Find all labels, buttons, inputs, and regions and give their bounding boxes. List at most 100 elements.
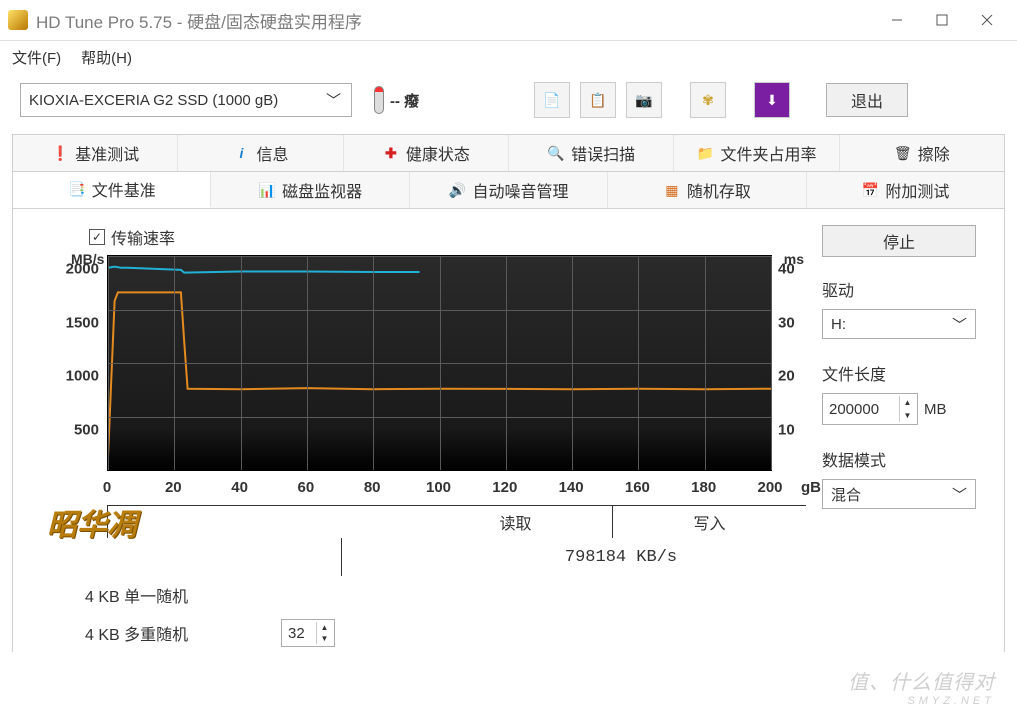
- menu-help[interactable]: 帮助(H): [81, 47, 132, 68]
- exit-button[interactable]: 退出: [826, 83, 908, 117]
- footer-watermark: 值、什么值得对 SMYZ.NET: [848, 666, 995, 707]
- spinner-arrows[interactable]: ▲▼: [899, 396, 915, 422]
- exclaim-icon: ❗: [51, 144, 69, 162]
- x-tick: 160: [625, 479, 650, 496]
- tab-row-2: 📑文件基准 📊磁盘监视器 🔊自动噪音管理 ▦随机存取 📅附加测试: [13, 172, 1004, 209]
- temperature-value: -- 癈: [390, 90, 419, 111]
- tab-info[interactable]: i信息: [178, 135, 343, 171]
- save-button[interactable]: ⬇: [754, 82, 790, 118]
- tabs-container: ❗基准测试 i信息 ✚健康状态 🔍错误扫描 📁文件夹占用率 🗑擦除 📑文件基准 …: [12, 134, 1005, 652]
- data-mode-select[interactable]: 混合 ﹀: [822, 479, 976, 509]
- spinner-arrows[interactable]: ▲▼: [316, 622, 332, 644]
- transfer-rate-checkbox[interactable]: ✓ 传输速率: [89, 225, 806, 249]
- x-tick: 120: [492, 479, 517, 496]
- y-left-tick: 1000: [41, 368, 99, 385]
- gear-icon: ✾: [699, 91, 717, 109]
- close-button[interactable]: [964, 5, 1009, 35]
- x-tick: 180: [691, 479, 716, 496]
- copy-text-button[interactable]: 📄: [534, 82, 570, 118]
- drive-select[interactable]: KIOXIA-EXCERIA G2 SSD (1000 gB) ﹀: [20, 83, 352, 117]
- y-left-tick: 2000: [41, 261, 99, 278]
- content-area: ✓ 传输速率 MB/s ms gB 0204060801001201401601…: [13, 209, 1004, 652]
- settings-button[interactable]: ✾: [690, 82, 726, 118]
- tab-error-scan[interactable]: 🔍错误扫描: [509, 135, 674, 171]
- checkbox-box: ✓: [89, 229, 105, 245]
- window-title: HD Tune Pro 5.75 - 硬盘/固态硬盘实用程序: [36, 8, 362, 33]
- screenshot-button[interactable]: 📷: [626, 82, 662, 118]
- x-tick: 80: [364, 479, 381, 496]
- grid-icon: ▦: [663, 181, 681, 199]
- y-right-tick: 40: [778, 261, 806, 278]
- trash-icon: 🗑: [894, 144, 912, 162]
- y-right-tick: 10: [778, 421, 806, 438]
- y-left-tick: 1500: [41, 314, 99, 331]
- stop-button[interactable]: 停止: [822, 225, 976, 257]
- menu-file[interactable]: 文件(F): [12, 47, 61, 68]
- chevron-down-icon: ﹀: [952, 314, 967, 335]
- plus-icon: ✚: [382, 144, 400, 162]
- data-mode-value: 混合: [831, 484, 861, 505]
- copy-text-icon: 📄: [543, 91, 561, 109]
- speaker-icon: 🔊: [449, 181, 467, 199]
- qd-value: 32: [288, 625, 305, 642]
- info-icon: i: [232, 144, 250, 162]
- rand4k-multi-label: 4 KB 多重随机: [71, 621, 281, 645]
- drive-letter-value: H:: [831, 316, 846, 333]
- read-header: 读取: [419, 505, 613, 538]
- tab-row-1: ❗基准测试 i信息 ✚健康状态 🔍错误扫描 📁文件夹占用率 🗑擦除: [13, 135, 1004, 172]
- folder-icon: 📁: [696, 144, 714, 162]
- chevron-down-icon: ﹀: [326, 90, 341, 111]
- tab-aam[interactable]: 🔊自动噪音管理: [410, 172, 608, 208]
- app-icon: [8, 10, 28, 30]
- transfer-rate-label: 传输速率: [111, 225, 175, 249]
- x-tick: 140: [559, 479, 584, 496]
- title-bar: HD Tune Pro 5.75 - 硬盘/固态硬盘实用程序: [0, 0, 1017, 40]
- y-right-tick: 30: [778, 314, 806, 331]
- x-tick: 200: [757, 479, 782, 496]
- x-tick: 60: [298, 479, 315, 496]
- file-length-value: 200000: [829, 401, 879, 418]
- tab-health[interactable]: ✚健康状态: [344, 135, 509, 171]
- file-length-input[interactable]: 200000 ▲▼: [822, 393, 918, 425]
- drive-select-text: KIOXIA-EXCERIA G2 SSD (1000 gB): [29, 92, 278, 109]
- copy-info-icon: 📋: [589, 91, 607, 109]
- y-right-tick: 20: [778, 368, 806, 385]
- minimize-button[interactable]: [874, 5, 919, 35]
- maximize-button[interactable]: [919, 5, 964, 35]
- temperature-display: -- 癈: [374, 86, 484, 114]
- copy-info-button[interactable]: 📋: [580, 82, 616, 118]
- queue-depth-spinner[interactable]: 32 ▲▼: [281, 619, 335, 647]
- tab-folder-usage[interactable]: 📁文件夹占用率: [674, 135, 839, 171]
- save-arrow-icon: ⬇: [763, 91, 781, 109]
- menu-bar: 文件(F) 帮助(H): [0, 41, 1017, 76]
- calendar-icon: 📅: [861, 181, 879, 199]
- row-sequential: 顺序 798184 KB/s: [71, 538, 806, 576]
- tab-random-access[interactable]: ▦随机存取: [608, 172, 806, 208]
- drive-letter-select[interactable]: H: ﹀: [822, 309, 976, 339]
- toolbar: KIOXIA-EXCERIA G2 SSD (1000 gB) ﹀ -- 癈 📄…: [0, 76, 1017, 128]
- row-4k-multi: 4 KB 多重随机 32 ▲▼: [71, 614, 806, 652]
- rand4k-single-label: 4 KB 单一随机: [71, 583, 281, 607]
- chart-canvas: [107, 255, 772, 471]
- camera-icon: 📷: [635, 91, 653, 109]
- side-panel: 停止 驱动 H: ﹀ 文件长度 200000 ▲▼ MB 数据模式 混合 ﹀: [806, 225, 976, 652]
- file-icon: 📑: [68, 180, 86, 198]
- tab-disk-monitor[interactable]: 📊磁盘监视器: [211, 172, 409, 208]
- drive-label: 驱动: [822, 277, 976, 301]
- thermometer-icon: [374, 86, 384, 114]
- x-tick: 40: [231, 479, 248, 496]
- tab-extra-tests[interactable]: 📅附加测试: [807, 172, 1004, 208]
- x-tick: 100: [426, 479, 451, 496]
- write-seq-value: 798184 KB/s: [436, 548, 806, 567]
- chevron-down-icon: ﹀: [952, 484, 967, 505]
- watermark-logo: 昭华凋: [47, 500, 137, 544]
- file-length-label: 文件长度: [822, 361, 976, 385]
- x-axis-unit: gB: [801, 479, 821, 496]
- tab-benchmark[interactable]: ❗基准测试: [13, 135, 178, 171]
- tab-erase[interactable]: 🗑擦除: [840, 135, 1004, 171]
- tab-file-benchmark[interactable]: 📑文件基准: [13, 172, 211, 208]
- exit-label: 退出: [851, 88, 883, 112]
- read-write-header: 读取 写入: [107, 505, 806, 538]
- row-4k-single: 4 KB 单一随机: [71, 576, 806, 614]
- write-header: 写入: [613, 505, 806, 538]
